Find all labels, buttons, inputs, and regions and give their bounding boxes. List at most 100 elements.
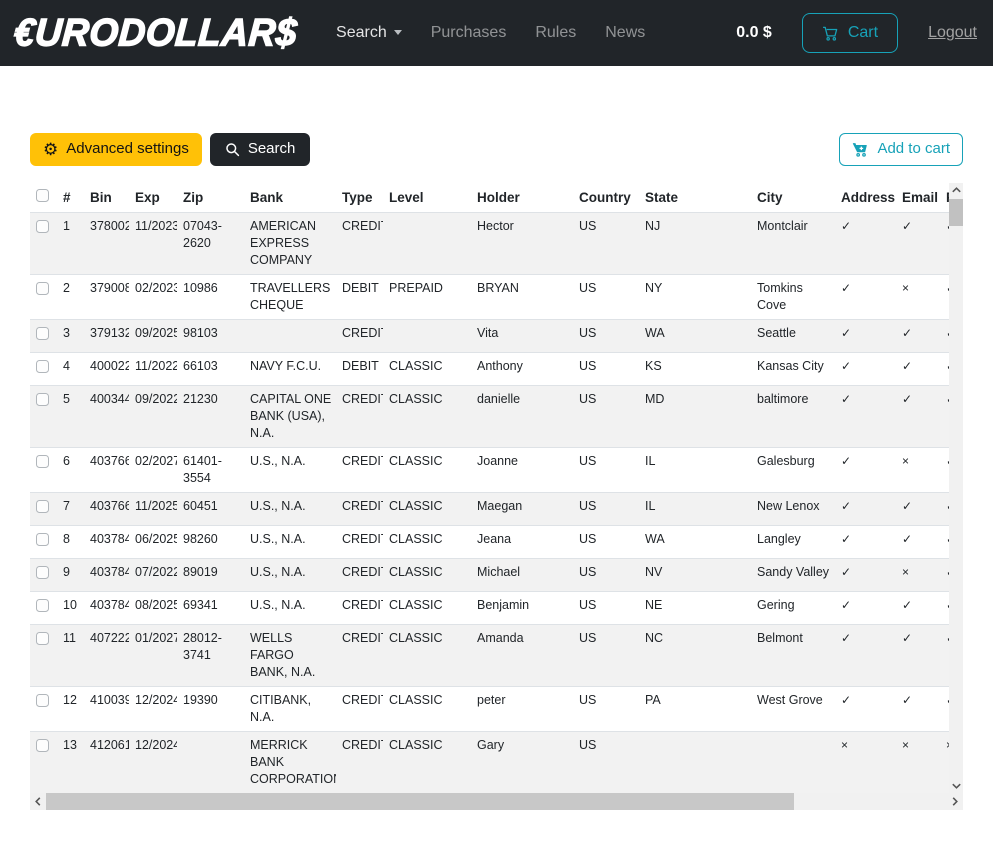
cart-button-label: Cart (848, 24, 878, 42)
cart-button[interactable]: Cart (802, 13, 898, 53)
cell-state: PA (639, 687, 751, 732)
cell-level: CLASSIC (383, 448, 471, 493)
cell-state: KS (639, 353, 751, 386)
row-checkbox[interactable] (36, 360, 49, 373)
row-checkbox[interactable] (36, 393, 49, 406)
cell-state: NY (639, 275, 751, 320)
row-checkbox[interactable] (36, 500, 49, 513)
cell-bin: 400022 (84, 353, 129, 386)
cross-icon: × (902, 281, 909, 295)
cell-city: baltimore (751, 386, 835, 448)
cell-country: US (573, 493, 639, 526)
check-icon: ✓ (902, 392, 912, 406)
cell-type: DEBIT (336, 275, 383, 320)
cell-email: ✓ (896, 625, 940, 687)
cell-bank: TRAVELLERS CHEQUE (244, 275, 336, 320)
row-checkbox[interactable] (36, 632, 49, 645)
cell-email: ✓ (896, 386, 940, 448)
row-select-cell (30, 275, 57, 320)
cell-city: Gering (751, 592, 835, 625)
cell-bank (244, 320, 336, 353)
cell-type: CREDIT (336, 493, 383, 526)
cell-n: 6 (57, 448, 84, 493)
cell-address: ✓ (835, 687, 896, 732)
row-checkbox[interactable] (36, 694, 49, 707)
cell-state: NE (639, 592, 751, 625)
add-to-cart-label: Add to cart (877, 141, 950, 158)
cell-zip: 28012-3741 (177, 625, 244, 687)
cell-country: US (573, 592, 639, 625)
check-icon: ✓ (902, 219, 912, 233)
cell-email: × (896, 448, 940, 493)
vertical-scrollbar[interactable] (949, 183, 963, 793)
cell-state: WA (639, 320, 751, 353)
row-checkbox[interactable] (36, 220, 49, 233)
cell-bin: 378002 (84, 213, 129, 275)
cell-holder: danielle (471, 386, 573, 448)
row-checkbox[interactable] (36, 599, 49, 612)
cell-level: CLASSIC (383, 493, 471, 526)
column-header-state: State (639, 183, 751, 213)
cell-bank: U.S., N.A. (244, 448, 336, 493)
check-icon: ✓ (841, 326, 851, 340)
cart-icon (822, 25, 839, 42)
column-header-phone: Phone (940, 183, 949, 213)
add-to-cart-button[interactable]: Add to cart (839, 133, 963, 166)
cell-city: Kansas City (751, 353, 835, 386)
cell-bin: 379008 (84, 275, 129, 320)
table-row: 440002211/202266103NAVY F.C.U.DEBITCLASS… (30, 353, 949, 386)
horizontal-scrollbar-track[interactable] (46, 793, 947, 810)
check-icon: ✓ (841, 631, 851, 645)
table-row: 1341206112/2024MERRICK BANK CORPORATIONC… (30, 732, 949, 794)
search-button[interactable]: Search (210, 133, 311, 166)
cell-address: ✓ (835, 625, 896, 687)
row-checkbox[interactable] (36, 327, 49, 340)
select-all-checkbox[interactable] (36, 189, 49, 202)
logout-link[interactable]: Logout (928, 24, 977, 42)
table-row: 740376611/202560451U.S., N.A.CREDITCLASS… (30, 493, 949, 526)
row-checkbox[interactable] (36, 533, 49, 546)
nav-rules[interactable]: Rules (535, 24, 576, 42)
row-checkbox[interactable] (36, 282, 49, 295)
cell-bin: 407222 (84, 625, 129, 687)
check-icon: ✓ (841, 532, 851, 546)
row-select-cell (30, 353, 57, 386)
cell-type: CREDIT (336, 320, 383, 353)
cell-email: × (896, 559, 940, 592)
nav-purchases[interactable]: Purchases (431, 24, 507, 42)
check-icon: ✓ (902, 598, 912, 612)
cell-address: ✓ (835, 526, 896, 559)
horizontal-scrollbar[interactable] (30, 793, 963, 810)
cell-address: ✓ (835, 559, 896, 592)
cell-n: 13 (57, 732, 84, 794)
cell-state: MD (639, 386, 751, 448)
cell-holder: Joanne (471, 448, 573, 493)
check-icon: ✓ (841, 359, 851, 373)
row-checkbox[interactable] (36, 739, 49, 752)
horizontal-scrollbar-thumb[interactable] (46, 793, 794, 810)
top-navbar: €URODOLLAR$ Search Purchases Rules News … (0, 0, 993, 66)
advanced-settings-button[interactable]: ⚙ Advanced settings (30, 133, 202, 166)
cell-phone: ✓ (940, 213, 949, 275)
column-header-type: Type (336, 183, 383, 213)
scroll-up-button[interactable] (949, 183, 963, 197)
row-checkbox[interactable] (36, 566, 49, 579)
column-header-level: Level (383, 183, 471, 213)
nav-news[interactable]: News (605, 24, 645, 42)
vertical-scrollbar-thumb[interactable] (949, 199, 963, 226)
scroll-right-button[interactable] (947, 793, 963, 810)
scroll-down-button[interactable] (949, 779, 963, 793)
check-icon: ✓ (841, 693, 851, 707)
brand-logo[interactable]: €URODOLLAR$ (12, 11, 298, 55)
scroll-left-button[interactable] (30, 793, 46, 810)
cell-country: US (573, 275, 639, 320)
cell-country: US (573, 353, 639, 386)
cell-holder: Anthony (471, 353, 573, 386)
cell-level (383, 320, 471, 353)
cell-country: US (573, 625, 639, 687)
cell-n: 10 (57, 592, 84, 625)
row-checkbox[interactable] (36, 455, 49, 468)
cell-level: CLASSIC (383, 687, 471, 732)
check-icon: ✓ (841, 392, 851, 406)
nav-search[interactable]: Search (336, 24, 402, 42)
